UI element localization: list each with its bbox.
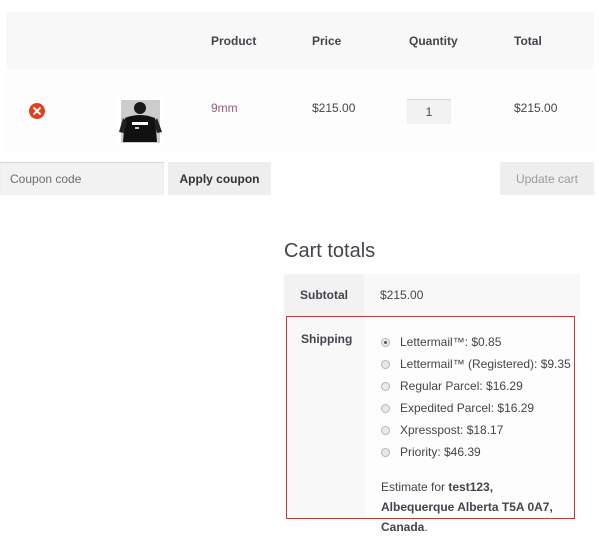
radio-selected-icon[interactable] xyxy=(381,337,390,347)
subtotal-row: Subtotal $215.00 xyxy=(284,274,580,316)
product-thumbnail[interactable] xyxy=(117,98,164,145)
product-total: $215.00 xyxy=(514,101,558,115)
update-cart-button[interactable]: Update cart xyxy=(500,162,594,195)
estimate-suffix: . xyxy=(424,520,428,534)
shipping-option-expedited-parcel[interactable]: Expedited Parcel: $16.29 xyxy=(381,397,571,419)
subtotal-label: Subtotal xyxy=(300,288,348,302)
column-header-quantity: Quantity xyxy=(409,34,458,48)
shipping-option-priority[interactable]: Priority: $46.39 xyxy=(381,441,571,463)
shipping-option-lettermail-registered[interactable]: Lettermail™ (Registered): $9.35 xyxy=(381,353,571,375)
shipping-label: Shipping xyxy=(301,332,353,346)
shipping-option-label: Lettermail™: $0.85 xyxy=(400,335,502,349)
apply-coupon-button[interactable]: Apply coupon xyxy=(168,162,271,195)
shipping-row: Shipping Lettermail™: $0.85 Lettermail™ … xyxy=(286,316,575,534)
cart-totals-title: Cart totals xyxy=(284,240,376,262)
shipping-methods-list: Lettermail™: $0.85 Lettermail™ (Register… xyxy=(381,331,571,463)
column-header-price: Price xyxy=(312,34,342,48)
shipping-option-label: Priority: $46.39 xyxy=(400,445,481,459)
product-price: $215.00 xyxy=(312,101,356,115)
quantity-input[interactable] xyxy=(407,99,451,124)
subtotal-value: $215.00 xyxy=(380,288,424,302)
radio-icon[interactable] xyxy=(381,381,390,391)
shipping-option-label: Xpresspost: $18.17 xyxy=(400,423,504,437)
shipping-estimate: Estimate for test123, Albequerque Albert… xyxy=(381,477,566,537)
shipping-option-label: Expedited Parcel: $16.29 xyxy=(400,401,535,415)
shipping-option-regular-parcel[interactable]: Regular Parcel: $16.29 xyxy=(381,375,571,397)
shipping-option-lettermail[interactable]: Lettermail™: $0.85 xyxy=(381,331,571,353)
shipping-label-cell xyxy=(287,317,365,518)
remove-x-icon[interactable] xyxy=(29,103,45,119)
radio-icon[interactable] xyxy=(381,403,390,413)
shipping-option-label: Regular Parcel: $16.29 xyxy=(400,379,523,393)
radio-icon[interactable] xyxy=(381,425,390,435)
radio-icon[interactable] xyxy=(381,447,390,457)
product-name-link[interactable]: 9mm xyxy=(211,101,238,115)
estimate-prefix: Estimate for xyxy=(381,480,449,494)
radio-icon[interactable] xyxy=(381,359,390,369)
coupon-code-input[interactable] xyxy=(0,162,164,195)
cart-table-header: Product Price Quantity Total xyxy=(6,12,594,69)
cart-table: Product Price Quantity Total 9mm $215.00… xyxy=(6,12,594,152)
shipping-option-label: Lettermail™ (Registered): $9.35 xyxy=(400,357,571,371)
column-header-total: Total xyxy=(514,34,542,48)
column-header-product: Product xyxy=(211,34,257,48)
shipping-option-xpresspost[interactable]: Xpresspost: $18.17 xyxy=(381,419,571,441)
cart-item-row: 9mm $215.00 $215.00 xyxy=(6,69,594,152)
